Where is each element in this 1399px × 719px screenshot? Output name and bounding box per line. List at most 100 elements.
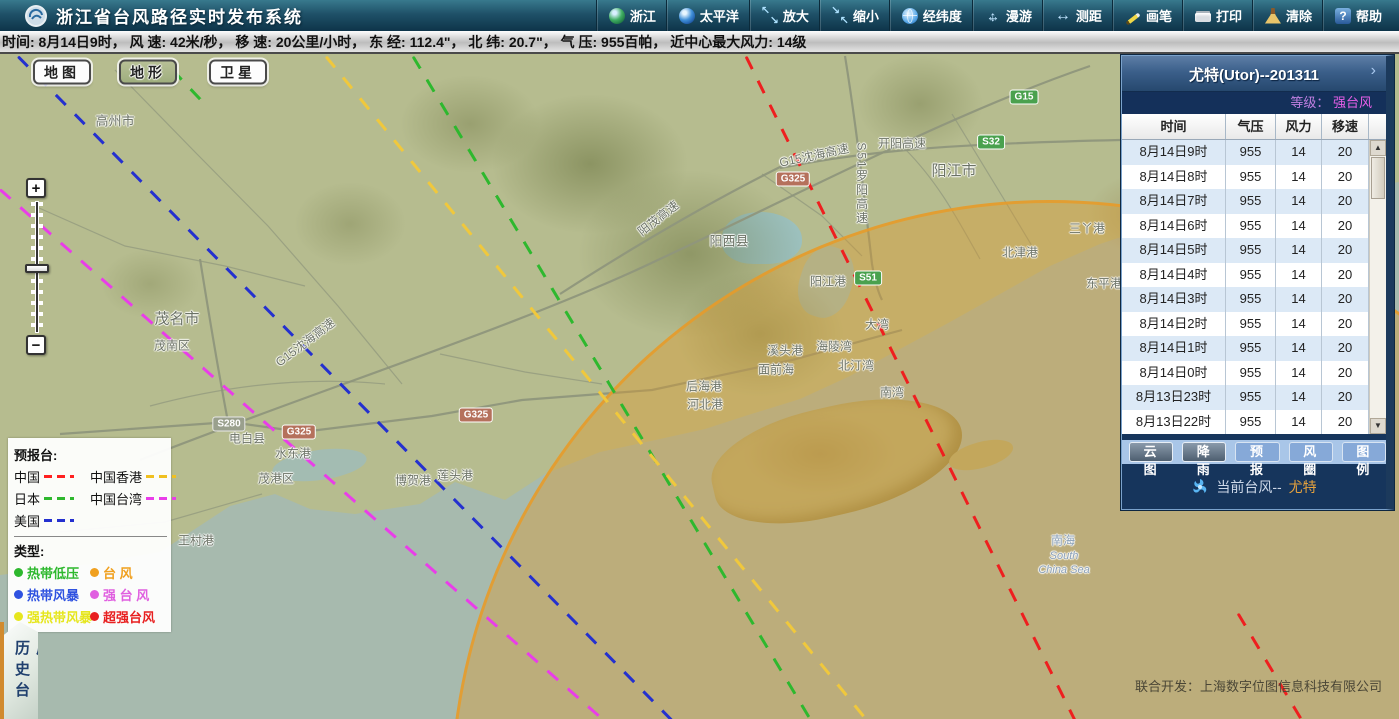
cell-move-speed: 20	[1322, 385, 1369, 410]
cell-wind-force: 14	[1276, 214, 1322, 239]
map-label: 海陵湾	[816, 338, 852, 355]
table-row[interactable]: 8月13日22时 955 14 20	[1122, 410, 1386, 435]
cell-move-speed: 20	[1322, 361, 1369, 386]
panel-tab[interactable]: 预报	[1235, 442, 1279, 462]
zoom-out-button[interactable]: −	[26, 335, 46, 355]
toolbar-button[interactable]: 帮助	[1323, 0, 1393, 31]
map-type-button[interactable]: 地形	[119, 60, 177, 85]
toolbar-button[interactable]: 缩小	[820, 0, 890, 31]
cell-pressure: 955	[1226, 140, 1276, 165]
map-label: 北汀湾	[838, 357, 874, 374]
table-row[interactable]: 8月14日9时 955 14 20	[1122, 140, 1386, 165]
pencil-icon	[1125, 12, 1140, 25]
legend-dash-sample	[44, 497, 74, 500]
legend-type-name: 热带风暴	[27, 585, 79, 604]
panel-tab[interactable]: 图例	[1342, 442, 1386, 462]
cell-wind-force: 14	[1276, 385, 1322, 410]
table-row[interactable]: 8月14日6时 955 14 20	[1122, 214, 1386, 239]
toolbar-button[interactable]: 打印	[1183, 0, 1253, 31]
toolbar-button[interactable]: 经纬度	[890, 0, 973, 31]
legend-dash-sample	[146, 475, 176, 478]
cell-pressure: 955	[1226, 410, 1276, 435]
cell-time: 8月13日23时	[1122, 385, 1226, 410]
cell-move-speed: 20	[1322, 238, 1369, 263]
table-row[interactable]: 8月14日5时 955 14 20	[1122, 238, 1386, 263]
panel-expand-arrow[interactable]: ›	[1371, 62, 1376, 80]
table-row[interactable]: 8月14日1时 955 14 20	[1122, 336, 1386, 361]
table-row[interactable]: 8月14日3时 955 14 20	[1122, 287, 1386, 312]
toolbar-button-label: 测距	[1076, 6, 1102, 25]
panel-tab[interactable]: 风圈	[1289, 442, 1333, 462]
road-badge: G325	[282, 425, 316, 440]
cell-move-speed: 20	[1322, 410, 1369, 435]
zoom-slider-handle[interactable]	[25, 264, 49, 273]
cell-time: 8月14日5时	[1122, 238, 1226, 263]
legend-type-dot-icon	[90, 590, 99, 599]
road-badge: S32	[977, 135, 1005, 150]
cell-time: 8月14日8时	[1122, 165, 1226, 190]
legend-type-name: 强热带风暴	[27, 607, 92, 626]
legend-dash-sample	[146, 497, 176, 500]
map-label: 电白县	[229, 430, 265, 447]
legend-type-name: 强 台 风	[103, 585, 149, 604]
toolbar-button[interactable]: 画笔	[1113, 0, 1183, 31]
map-type-button[interactable]: 地图	[33, 60, 91, 85]
cell-wind-force: 14	[1276, 263, 1322, 288]
cell-time: 8月14日3时	[1122, 287, 1226, 312]
toolbar-button-label: 画笔	[1146, 6, 1172, 25]
table-row[interactable]: 8月14日4时 955 14 20	[1122, 263, 1386, 288]
toolbar-button[interactable]: 清除	[1253, 0, 1323, 31]
map-label: South	[1050, 550, 1079, 562]
legend-type-dot-icon	[14, 590, 23, 599]
zoom-out-icon	[832, 8, 848, 24]
table-row[interactable]: 8月13日23时 955 14 20	[1122, 385, 1386, 410]
legend-agency-name: 日本	[14, 489, 40, 508]
table-row[interactable]: 8月14日2时 955 14 20	[1122, 312, 1386, 337]
table-row[interactable]: 8月14日7时 955 14 20	[1122, 189, 1386, 214]
zoom-in-button[interactable]: +	[26, 178, 46, 198]
cell-wind-force: 14	[1276, 312, 1322, 337]
map-label: 阳江市	[931, 160, 976, 181]
legend-type-item: 热带风暴	[14, 585, 90, 604]
typhoon-data-table: 时间气压风力移速 8月14日9时 955 14 20 8月14日8时 955 1…	[1122, 114, 1386, 434]
toolbar-button[interactable]: 漫游	[973, 0, 1043, 31]
cell-pressure: 955	[1226, 263, 1276, 288]
toolbar-button[interactable]: 测距	[1043, 0, 1113, 31]
toolbar-button[interactable]: 放大	[750, 0, 820, 31]
cell-wind-force: 14	[1276, 410, 1322, 435]
table-row[interactable]: 8月14日8时 955 14 20	[1122, 165, 1386, 190]
road-badge: G325	[776, 172, 810, 187]
history-typhoon-tab[interactable]: 历史台风	[0, 622, 38, 719]
map-label: 王村港	[178, 532, 214, 549]
toolbar-button[interactable]: 太平洋	[667, 0, 750, 31]
cell-move-speed: 20	[1322, 263, 1369, 288]
panel-tab[interactable]: 云图	[1129, 442, 1173, 462]
cell-move-speed: 20	[1322, 214, 1369, 239]
panel-tab[interactable]: 降雨	[1182, 442, 1226, 462]
road-badge: S51	[854, 271, 882, 286]
table-scrollbar[interactable]: ▲ ▼	[1369, 140, 1386, 434]
scroll-up-arrow-icon[interactable]: ▲	[1370, 140, 1386, 156]
map-type-button[interactable]: 卫星	[209, 60, 267, 85]
toolbar-button[interactable]: 浙江	[597, 0, 667, 31]
cell-move-speed: 20	[1322, 312, 1369, 337]
scrollbar-thumb[interactable]	[1371, 157, 1385, 199]
broom-icon	[1265, 8, 1281, 24]
road-badge: S280	[212, 417, 245, 432]
current-typhoon-name[interactable]: 尤特	[1289, 477, 1317, 497]
scroll-down-arrow-icon[interactable]: ▼	[1370, 418, 1386, 434]
typhoon-app: 浙江省台风路径实时发布系统 浙江 太平洋 放大 缩小 经纬度	[0, 0, 1399, 719]
cell-wind-force: 14	[1276, 189, 1322, 214]
table-row[interactable]: 8月14日0时 955 14 20	[1122, 361, 1386, 386]
legend-agency-item: 中国	[14, 467, 90, 486]
main-toolbar: 浙江 太平洋 放大 缩小 经纬度 漫游	[597, 0, 1393, 31]
legend-agency-item: 中国台湾	[90, 489, 167, 508]
cell-pressure: 955	[1226, 189, 1276, 214]
legend-agencies: 中国 中国香港 日本 中国台湾 美国	[14, 467, 167, 530]
typhoon-grade-row: 等级： 强台风	[1122, 92, 1386, 114]
measure-icon	[1055, 8, 1071, 24]
cell-time: 8月14日4时	[1122, 263, 1226, 288]
legend-agency-name: 中国香港	[90, 467, 142, 486]
map-label: 后海港	[686, 378, 722, 395]
cell-pressure: 955	[1226, 214, 1276, 239]
